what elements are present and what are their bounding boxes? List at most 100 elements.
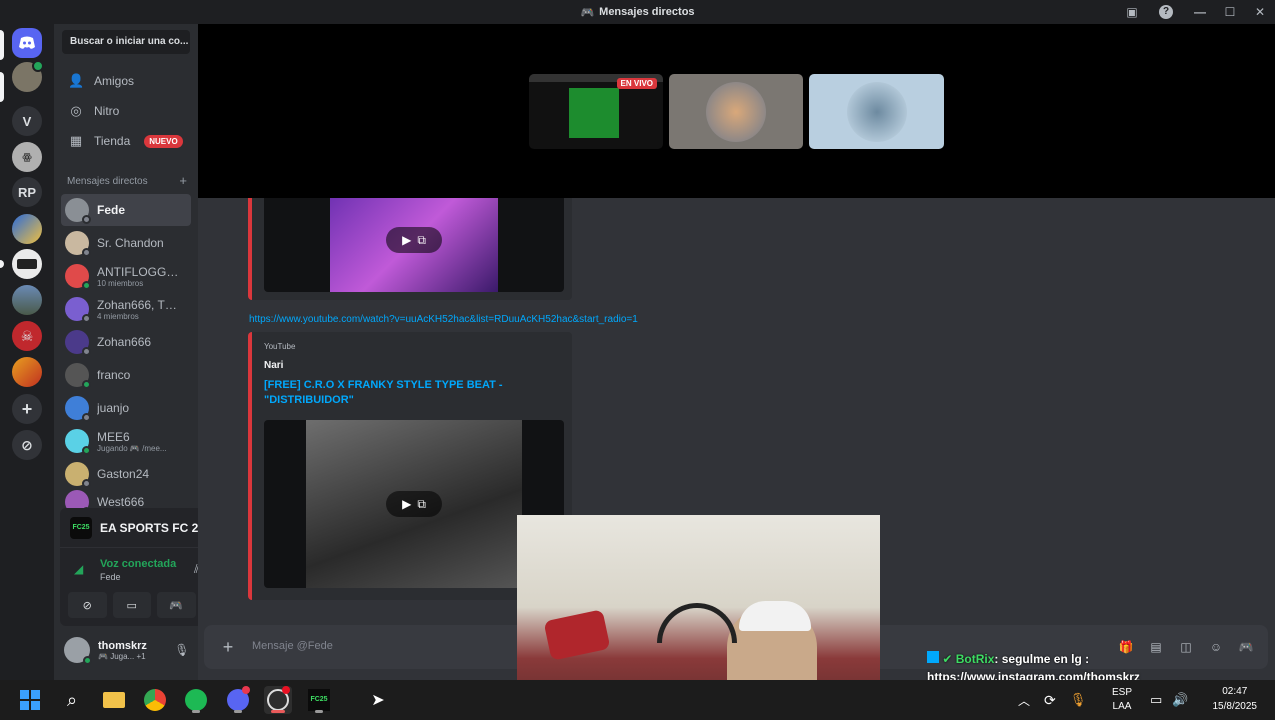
discover-icon[interactable]: ⊘ xyxy=(12,430,42,460)
play-button[interactable]: ▶ ⧉ xyxy=(386,227,442,253)
nav-shop[interactable]: ▦ Tienda NUEVO xyxy=(62,127,192,155)
embed-title[interactable]: [FREE] C.R.O X FRANKY STYLE TYPE BEAT - … xyxy=(264,378,524,408)
nav-friends-label: Amigos xyxy=(94,74,135,88)
participant-tile-1[interactable] xyxy=(669,74,803,149)
close-button[interactable]: ✕ xyxy=(1245,0,1275,24)
shop-icon: ▦ xyxy=(69,133,83,148)
participant-avatar-1 xyxy=(706,82,766,142)
open-external-icon: ⧉ xyxy=(417,232,426,247)
start-icon[interactable] xyxy=(16,686,44,714)
dm-avatar xyxy=(65,264,91,290)
overlay-text: : segulme en lg : xyxy=(994,652,1090,666)
notify-pill xyxy=(0,72,4,102)
participant-tile-2[interactable] xyxy=(809,74,944,149)
voice-channel: Fede xyxy=(100,572,121,582)
dm-subtitle: 4 miembros xyxy=(97,311,139,321)
server-v[interactable]: V xyxy=(12,106,42,136)
sync-icon[interactable]: ⟳ xyxy=(1044,692,1056,709)
dm-item[interactable]: Zohan666 xyxy=(61,326,191,358)
youtube-link[interactable]: https://www.youtube.com/watch?v=uuAcKH52… xyxy=(249,314,638,325)
mic-icon[interactable]: 🎙 xyxy=(169,637,195,663)
call-area: EN VIVO xyxy=(198,24,1275,198)
server-anime[interactable] xyxy=(12,214,42,244)
minimize-button[interactable]: — xyxy=(1185,0,1215,24)
volume-icon[interactable]: 🔊 xyxy=(1172,692,1188,708)
user-status: 🎮 Juga... +1 xyxy=(98,651,146,661)
chevron-up-icon[interactable]: ︿ xyxy=(1018,692,1030,709)
create-dm-icon[interactable]: + xyxy=(179,174,187,187)
search-input[interactable]: Buscar o iniciar una co... xyxy=(62,30,190,54)
server-landscape[interactable] xyxy=(12,285,42,315)
embed-author[interactable]: Nari xyxy=(264,360,283,371)
dm-item[interactable]: juanjo xyxy=(61,392,191,424)
selected-pill xyxy=(0,30,4,60)
video-thumbnail-1[interactable]: ▶ ⧉ xyxy=(264,198,564,292)
stream-tile[interactable]: EN VIVO xyxy=(529,74,663,149)
activity-button[interactable]: 🎮 xyxy=(157,592,196,618)
fc25-taskbar-icon[interactable]: FC25 xyxy=(305,686,333,714)
chrome-icon[interactable] xyxy=(141,686,169,714)
server-box[interactable] xyxy=(12,249,42,279)
server-skull[interactable]: ☠ xyxy=(12,321,42,351)
add-server-icon[interactable]: + xyxy=(12,394,42,424)
camera-off-button[interactable]: ⊘ xyxy=(68,592,107,618)
play-button-2[interactable]: ▶ ⧉ xyxy=(386,491,442,517)
dm-avatar xyxy=(65,231,91,257)
server-rp[interactable]: RP xyxy=(12,177,42,207)
file-explorer-icon[interactable] xyxy=(100,686,128,714)
maximize-button[interactable]: ☐ xyxy=(1215,0,1245,24)
network-icon[interactable]: ▭ xyxy=(1150,692,1162,708)
status-indicator xyxy=(82,248,91,257)
open-external-icon: ⧉ xyxy=(417,496,426,511)
message-input[interactable]: Mensaje @Fede xyxy=(252,640,333,652)
date: 15/8/2025 xyxy=(1212,701,1258,712)
discord-taskbar-icon[interactable] xyxy=(224,686,252,714)
unread-pill xyxy=(0,260,4,268)
embed-provider: YouTube xyxy=(264,342,296,351)
game-title: EA SPORTS FC 25 xyxy=(100,520,205,535)
server-icon-mask[interactable]: ꙮ xyxy=(12,142,42,172)
dm-item[interactable]: MEE6 Jugando 🎮 /mee... xyxy=(61,425,191,457)
dm-avatar xyxy=(65,198,91,224)
username[interactable]: thomskrz xyxy=(98,640,169,652)
group-dm-avatar[interactable] xyxy=(12,60,44,92)
play-icon: ▶ xyxy=(402,497,412,511)
microphone-tray-icon[interactable]: 🎙 xyxy=(1070,692,1087,708)
obs-icon[interactable] xyxy=(264,686,292,714)
attach-plus-icon[interactable]: + xyxy=(216,635,240,659)
dm-item[interactable]: franco xyxy=(61,359,191,391)
dm-avatar xyxy=(65,330,91,356)
cap xyxy=(739,601,811,631)
dm-avatar xyxy=(65,297,91,323)
dm-name: Zohan666 xyxy=(97,335,152,349)
inbox-icon[interactable]: ▣ xyxy=(1117,0,1147,24)
help-icon[interactable]: ? xyxy=(1147,0,1185,24)
tray-icons: ▭ 🔊 xyxy=(1150,680,1188,720)
voice-connected-label[interactable]: Voz conectada xyxy=(100,558,176,570)
bot-icon xyxy=(927,651,939,663)
nav-friends[interactable]: 👤 Amigos xyxy=(62,67,192,95)
discord-home-icon[interactable] xyxy=(12,28,42,58)
bot-name: BotRix xyxy=(955,652,995,666)
dm-avatar xyxy=(65,363,91,389)
server-game[interactable] xyxy=(12,357,42,387)
language-indicator[interactable]: ESP LAA xyxy=(1112,680,1132,720)
nav-shop-label: Tienda xyxy=(94,134,131,148)
window-title: Mensajes directos xyxy=(599,6,695,18)
dm-item[interactable]: ANTIFLOGGERS10 miembros xyxy=(61,260,191,292)
spotify-icon[interactable] xyxy=(182,686,210,714)
screen-share-button[interactable]: ▭ xyxy=(112,592,151,618)
apps-icon[interactable]: 🎮 xyxy=(1236,635,1256,659)
status-indicator xyxy=(82,215,91,224)
windows-taskbar: ⌕ FC25 ➤ ︿ ⟳ 🎙 ESP LAA ▭ 🔊 02:47 15/8/20… xyxy=(0,680,1275,720)
clock[interactable]: 02:47 15/8/2025 xyxy=(1213,684,1258,714)
dm-item[interactable]: Sr. Chandon xyxy=(61,227,191,259)
user-avatar[interactable] xyxy=(64,637,92,665)
participant-avatar-2 xyxy=(847,82,907,142)
nav-nitro[interactable]: ◎ Nitro xyxy=(62,97,192,125)
search-icon[interactable]: ⌕ xyxy=(58,686,86,714)
dm-name: Gaston24 xyxy=(97,467,150,481)
dm-item[interactable]: Zohan666, Th... 4 miembros xyxy=(61,293,191,325)
dm-item[interactable]: Fede xyxy=(61,194,191,226)
verified-icon: ✔ xyxy=(942,652,953,666)
